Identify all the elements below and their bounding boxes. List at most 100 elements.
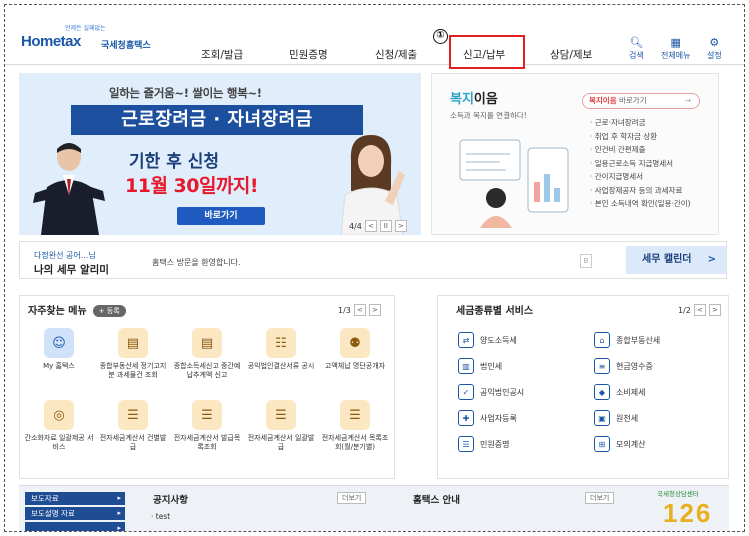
- promo-number: 126: [663, 498, 713, 528]
- tax-calendar-button[interactable]: 세무 캘린더 >: [626, 246, 726, 274]
- tax-service-item[interactable]: ☰ 민원증명: [458, 436, 509, 452]
- favorite-menu-panel: 자주찾는 메뉴 + 등록 1/3 < > ☺ My 홈택스 ▤ 종합부동산세 정기…: [19, 295, 395, 479]
- tax-service-label: 현금영수증: [616, 361, 653, 371]
- calendar-icon: ▤: [192, 328, 222, 358]
- guide-more-button[interactable]: 더보기: [585, 492, 615, 504]
- nav-item-inquiry[interactable]: 조회/발급: [201, 47, 243, 62]
- nav-item-application[interactable]: 신청/제출: [375, 47, 417, 62]
- register-favorite-button[interactable]: + 등록: [92, 305, 126, 317]
- welfare-item[interactable]: 간이지급명세서: [590, 170, 691, 184]
- tax-service-label: 공익법인공시: [480, 387, 525, 397]
- tax-service-label: 모의계산: [616, 439, 646, 449]
- press-release-link[interactable]: 보도자료: [25, 492, 125, 505]
- favorite-item[interactable]: ◎ 간소화자료 일괄제공 서비스: [24, 400, 94, 452]
- nav-item-consult-report[interactable]: 상담/제보: [550, 47, 592, 62]
- welfare-title: 복지이음: [450, 88, 498, 107]
- tax-service-item[interactable]: ◆ 소비제세: [594, 384, 645, 400]
- tax-service-item[interactable]: ✚ 사업자등록: [458, 410, 517, 426]
- favorite-item[interactable]: ▤ 종합소득세신고 중간예납추계액 신고: [172, 328, 242, 380]
- tax-service-label: 원천세: [616, 413, 639, 423]
- welfare-item[interactable]: 근로·자녀장려금: [590, 116, 691, 130]
- people-icon: ⚉: [340, 328, 370, 358]
- corporate-icon: ▥: [458, 358, 474, 374]
- tax-service-item[interactable]: ✓ 공익법인공시: [458, 384, 524, 400]
- notice-icon: ✓: [458, 384, 474, 400]
- chevron-right-icon: >: [707, 254, 716, 265]
- favorites-prev-button[interactable]: <: [353, 304, 366, 316]
- tax-service-label: 종합부동산세: [616, 335, 661, 345]
- hometax-logo[interactable]: 언제든 실패없는 Hometax 국세청홈택스: [19, 25, 169, 55]
- b-toggle-button[interactable]: B: [580, 254, 592, 268]
- welfare-title-rest: 이음: [473, 92, 498, 107]
- favorite-label: 전자세금계산서 목록조회(월/분기별): [321, 434, 389, 451]
- banner-page-indicator: 4/4: [349, 221, 362, 231]
- search-label: 검색: [629, 51, 644, 60]
- tax-service-item[interactable]: ▥ 법인세: [458, 358, 502, 374]
- favorite-label: 종합부동산세 정기고지분 과세물건 조회: [99, 362, 167, 379]
- favorite-label: 고액체납 명단공개자: [324, 362, 386, 370]
- favorite-item[interactable]: ☰ 전자세금계산서 일괄발급: [246, 400, 316, 452]
- welfare-item[interactable]: 사업장제공자 등의 과세자료: [590, 184, 691, 198]
- grid-icon: ▦: [670, 36, 681, 49]
- tax-service-item[interactable]: ⊞ 모의계산: [594, 436, 645, 452]
- tax-service-item[interactable]: ⌂ 종합부동산세: [594, 332, 660, 348]
- banner-next-button[interactable]: >: [394, 220, 407, 232]
- nav-item-report-payment[interactable]: 신고/납부: [463, 47, 505, 62]
- tax-services-prev-button[interactable]: <: [693, 304, 706, 316]
- banner-prev-button[interactable]: <: [364, 220, 377, 232]
- tablet-illustration: [459, 139, 569, 228]
- banner-title: 근로장려금 · 자녀장려금: [71, 105, 363, 135]
- press-extra-link[interactable]: [25, 522, 125, 531]
- tax-services-next-button[interactable]: >: [708, 304, 721, 316]
- certificate-icon: ☰: [458, 436, 474, 452]
- welfare-item[interactable]: 취업 후 학자금 상환: [590, 130, 691, 144]
- tax-notifier-strip: 다정완선 공어...님 나의 세무 알리미 홈택스 방문을 환영합니다. B 세…: [19, 241, 727, 279]
- search-button[interactable]: 🔍︎ 검색: [629, 37, 644, 61]
- tax-service-label: 법인세: [480, 361, 503, 371]
- notice-title: 공지사항: [153, 495, 188, 506]
- promo-banner[interactable]: 일하는 즐거움~! 쌀이는 행복~! 근로장려금 · 자녀장려금 기한 후 신청…: [19, 73, 421, 235]
- favorite-item-my-hometax[interactable]: ☺ My 홈택스: [24, 328, 94, 371]
- tax-type-services-panel: 세금종류별 서비스 1/2 < > ⇄ 양도소득세 ⌂ 종합부동산세 ▥ 법인세 ≡ 현…: [437, 295, 729, 479]
- invoice-icon: ☰: [266, 400, 296, 430]
- tax-service-item[interactable]: ≡ 현금영수증: [594, 358, 653, 374]
- welfare-item[interactable]: 인건비 간편제출: [590, 143, 691, 157]
- favorite-item[interactable]: ⚉ 고액체납 명단공개자: [320, 328, 390, 371]
- notice-more-button[interactable]: 더보기: [337, 492, 367, 504]
- favorite-label: 공익법인결산서류 공시: [247, 362, 315, 370]
- top-header: 언제든 실패없는 Hometax 국세청홈택스 조회/발급 민원증명 신청/제출…: [5, 5, 744, 69]
- welfare-item[interactable]: 본인 소득내역 확인(일용·간이): [590, 197, 691, 211]
- welfare-title-highlight: 복지: [450, 92, 474, 107]
- favorite-label: 전자세금계산서 발급목록조회: [173, 434, 241, 451]
- banner-pause-button[interactable]: II: [379, 220, 392, 232]
- nav-item-civil-certificate[interactable]: 민원증명: [289, 47, 328, 62]
- favorite-item[interactable]: ☰ 전자세금계산서 목록조회(월/분기별): [320, 400, 390, 452]
- notice-post-link[interactable]: · test: [151, 512, 170, 521]
- tax-services-title: 세금종류별 서비스: [456, 306, 534, 317]
- welfare-link-box: 복지이음 소득과 복지를 연결하다! 복지이음 바로가기 → 근로·자녀장려금 …: [431, 73, 719, 235]
- settings-button[interactable]: ⚙ 설정: [707, 37, 722, 61]
- favorite-item[interactable]: ☰ 전자세금계산서 발급목록조회: [172, 400, 242, 452]
- invoice-icon: ☰: [118, 400, 148, 430]
- tax-service-label: 소비제세: [616, 387, 646, 397]
- welfare-item[interactable]: 일용근로소득 지급명세서: [590, 157, 691, 171]
- user-icon: ☺: [44, 328, 74, 358]
- call-center-promo[interactable]: 국세청상담센터 126: [655, 486, 729, 531]
- tax-service-item[interactable]: ▣ 원천세: [594, 410, 638, 426]
- favorite-item[interactable]: ▤ 종합부동산세 정기고지분 과세물건 조회: [98, 328, 168, 380]
- press-side-menu: 보도자료 보도설명 자료: [25, 492, 125, 531]
- tax-service-item[interactable]: ⇄ 양도소득세: [458, 332, 517, 348]
- favorites-next-button[interactable]: >: [368, 304, 381, 316]
- tax-service-label: 민원증명: [480, 439, 510, 449]
- logo-sub-text: 국세청홈택스: [101, 41, 151, 51]
- favorite-item[interactable]: ☷ 공익법인결산서류 공시: [246, 328, 316, 371]
- welfare-go-button[interactable]: 복지이음 바로가기 →: [582, 93, 700, 109]
- press-explanation-link[interactable]: 보도설명 자료: [25, 507, 125, 520]
- tax-service-label: 양도소득세: [480, 335, 517, 345]
- all-menu-button[interactable]: ▦ 전체메뉴: [661, 37, 690, 61]
- man-in-suit-image: [33, 143, 105, 235]
- step-number-marker: ①: [433, 29, 448, 44]
- favorite-item[interactable]: ☰ 전자세금계산서 건별발급: [98, 400, 168, 452]
- banner-go-button[interactable]: 바로가기: [177, 207, 265, 225]
- favorite-label: 종합소득세신고 중간예납추계액 신고: [173, 362, 241, 379]
